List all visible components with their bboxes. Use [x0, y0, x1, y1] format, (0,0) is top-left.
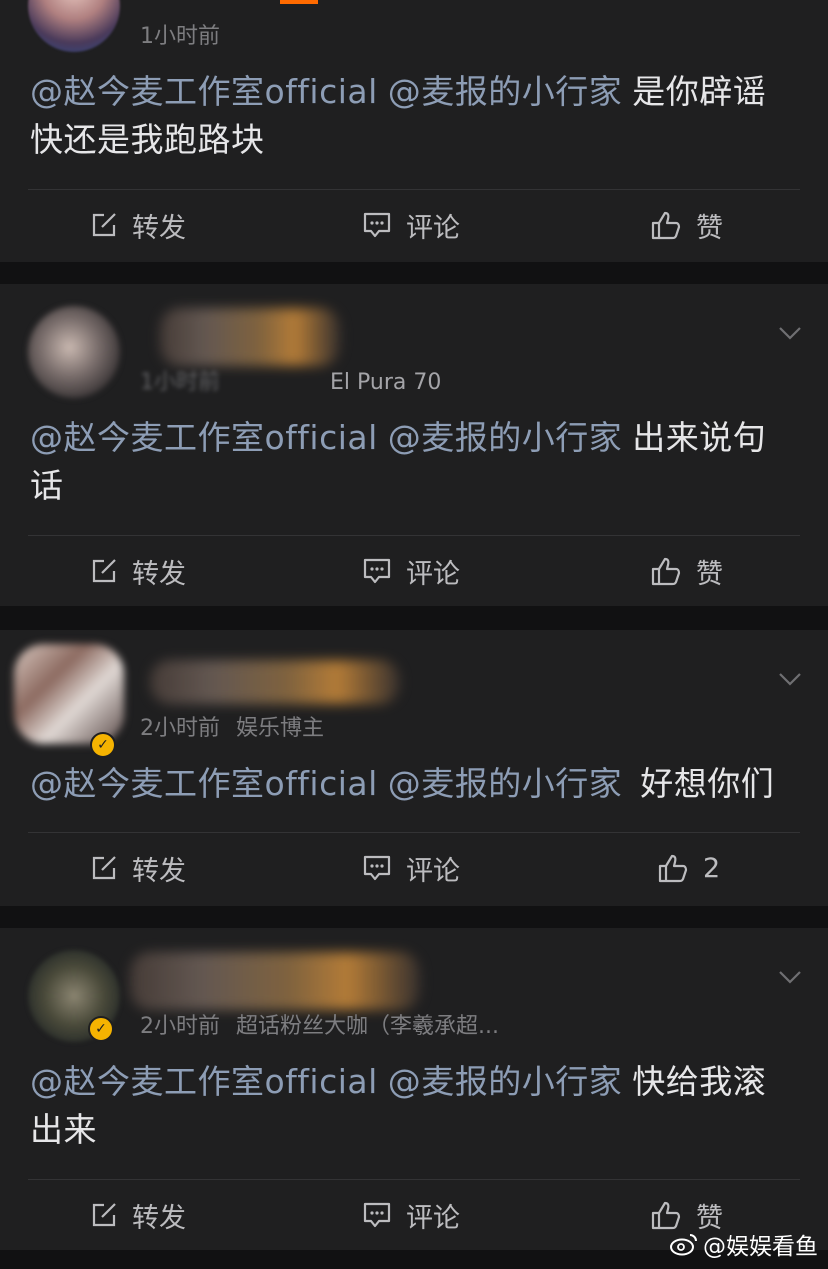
repost-label: 转发	[132, 855, 186, 887]
comment-source: 娱乐博主	[236, 716, 325, 741]
tab-indicator	[280, 0, 318, 4]
comment-body: 好想你们	[640, 764, 775, 803]
mention-link[interactable]: @赵今麦工作室official	[30, 764, 378, 803]
action-bar: 转发 评论 2	[0, 832, 828, 904]
comment-button[interactable]: 评论	[362, 1179, 460, 1251]
like-label: 赞	[696, 212, 723, 244]
comment-time: 2小时前	[140, 716, 220, 741]
comment-source: El Pura 70	[330, 370, 442, 395]
avatar[interactable]: ✓	[14, 644, 124, 758]
comment-text: @赵今麦工作室official @麦报的小行家 是你辟谣快还是我跑路块	[30, 68, 788, 164]
comment-time: 1小时前	[140, 370, 220, 395]
repost-button[interactable]: 转发	[90, 189, 186, 261]
like-button[interactable]: 2	[657, 832, 720, 904]
repost-button[interactable]: 转发	[90, 832, 186, 904]
thumbs-up-icon	[651, 557, 681, 586]
comment-bubble-icon	[363, 212, 391, 238]
comment-card: ✓ 2小时前 超话粉丝大咖（李羲承超... @赵今麦工作室official @麦报的…	[0, 928, 828, 1250]
thumbs-up-icon	[651, 211, 681, 240]
username-redacted	[150, 660, 400, 704]
share-edit-icon	[92, 1203, 116, 1227]
mention-link[interactable]: @赵今麦工作室official	[30, 418, 378, 457]
repost-button[interactable]: 转发	[90, 535, 186, 607]
share-edit-icon	[92, 856, 116, 880]
share-edit-icon	[92, 559, 116, 583]
verified-badge: ✓	[88, 1016, 114, 1042]
comment-text: @赵今麦工作室official @麦报的小行家 出来说句话	[30, 414, 788, 510]
weibo-logo-icon	[670, 1234, 697, 1256]
like-button[interactable]: 赞	[650, 189, 723, 261]
comment-bubble-icon	[363, 1202, 391, 1228]
comment-time: 1小时前	[140, 24, 220, 49]
comment-label: 评论	[406, 558, 460, 590]
thumbs-up-icon	[651, 1201, 681, 1230]
mention-link[interactable]: @赵今麦工作室official	[30, 1062, 378, 1101]
comment-card: 1小时前 @赵今麦工作室official @麦报的小行家 是你辟谣快还是我跑路块 转…	[0, 0, 828, 262]
repost-label: 转发	[132, 212, 186, 244]
comment-source: 超话粉丝大咖（李羲承超...	[236, 1014, 499, 1039]
avatar[interactable]	[28, 0, 120, 52]
mention-link[interactable]: @赵今麦工作室official	[30, 72, 378, 111]
mention-link[interactable]: @麦报的小行家	[388, 764, 623, 803]
action-bar: 转发 评论 赞	[0, 189, 828, 261]
verified-badge: ✓	[90, 732, 116, 758]
avatar[interactable]	[28, 306, 120, 398]
like-count: 2	[703, 852, 721, 884]
repost-button[interactable]: 转发	[90, 1179, 186, 1251]
share-edit-icon	[92, 213, 116, 237]
comment-text: @赵今麦工作室official @麦报的小行家 快给我滚出来	[30, 1058, 788, 1154]
watermark: @娱娱看鱼	[669, 1227, 818, 1261]
comment-meta: 1小时前 El Pura 70	[140, 364, 441, 396]
like-button[interactable]: 赞	[650, 535, 723, 607]
avatar[interactable]: ✓	[28, 950, 120, 1042]
comment-meta: 2小时前 娱乐博主	[140, 710, 324, 742]
like-label: 赞	[696, 558, 723, 590]
comment-bubble-icon	[363, 558, 391, 584]
action-bar: 转发 评论 赞	[0, 535, 828, 607]
watermark-text: @娱娱看鱼	[703, 1234, 818, 1260]
chevron-down-icon[interactable]	[778, 970, 802, 984]
comment-bubble-icon	[363, 855, 391, 881]
mention-link[interactable]: @麦报的小行家	[388, 72, 623, 111]
comment-button[interactable]: 评论	[362, 832, 460, 904]
comment-meta: 1小时前	[140, 18, 220, 50]
repost-label: 转发	[132, 558, 186, 590]
chevron-down-icon[interactable]	[778, 672, 802, 686]
comment-button[interactable]: 评论	[362, 535, 460, 607]
comment-card: 1小时前 El Pura 70 @赵今麦工作室official @麦报的小行家 出来说…	[0, 284, 828, 606]
comment-time: 2小时前	[140, 1014, 220, 1039]
repost-label: 转发	[132, 1202, 186, 1234]
comment-card: ✓ 2小时前 娱乐博主 @赵今麦工作室official @麦报的小行家 好想你们 转发…	[0, 630, 828, 906]
comment-label: 评论	[406, 212, 460, 244]
comment-label: 评论	[406, 1202, 460, 1234]
username-redacted	[160, 308, 340, 366]
mention-link[interactable]: @麦报的小行家	[388, 1062, 623, 1101]
comment-text: @赵今麦工作室official @麦报的小行家 好想你们	[30, 760, 788, 808]
chevron-down-icon[interactable]	[778, 326, 802, 340]
username-redacted	[130, 952, 420, 1010]
comment-button[interactable]: 评论	[362, 189, 460, 261]
comment-meta: 2小时前 超话粉丝大咖（李羲承超...	[140, 1008, 499, 1040]
thumbs-up-icon	[658, 854, 688, 883]
comment-label: 评论	[406, 855, 460, 887]
mention-link[interactable]: @麦报的小行家	[388, 418, 623, 457]
